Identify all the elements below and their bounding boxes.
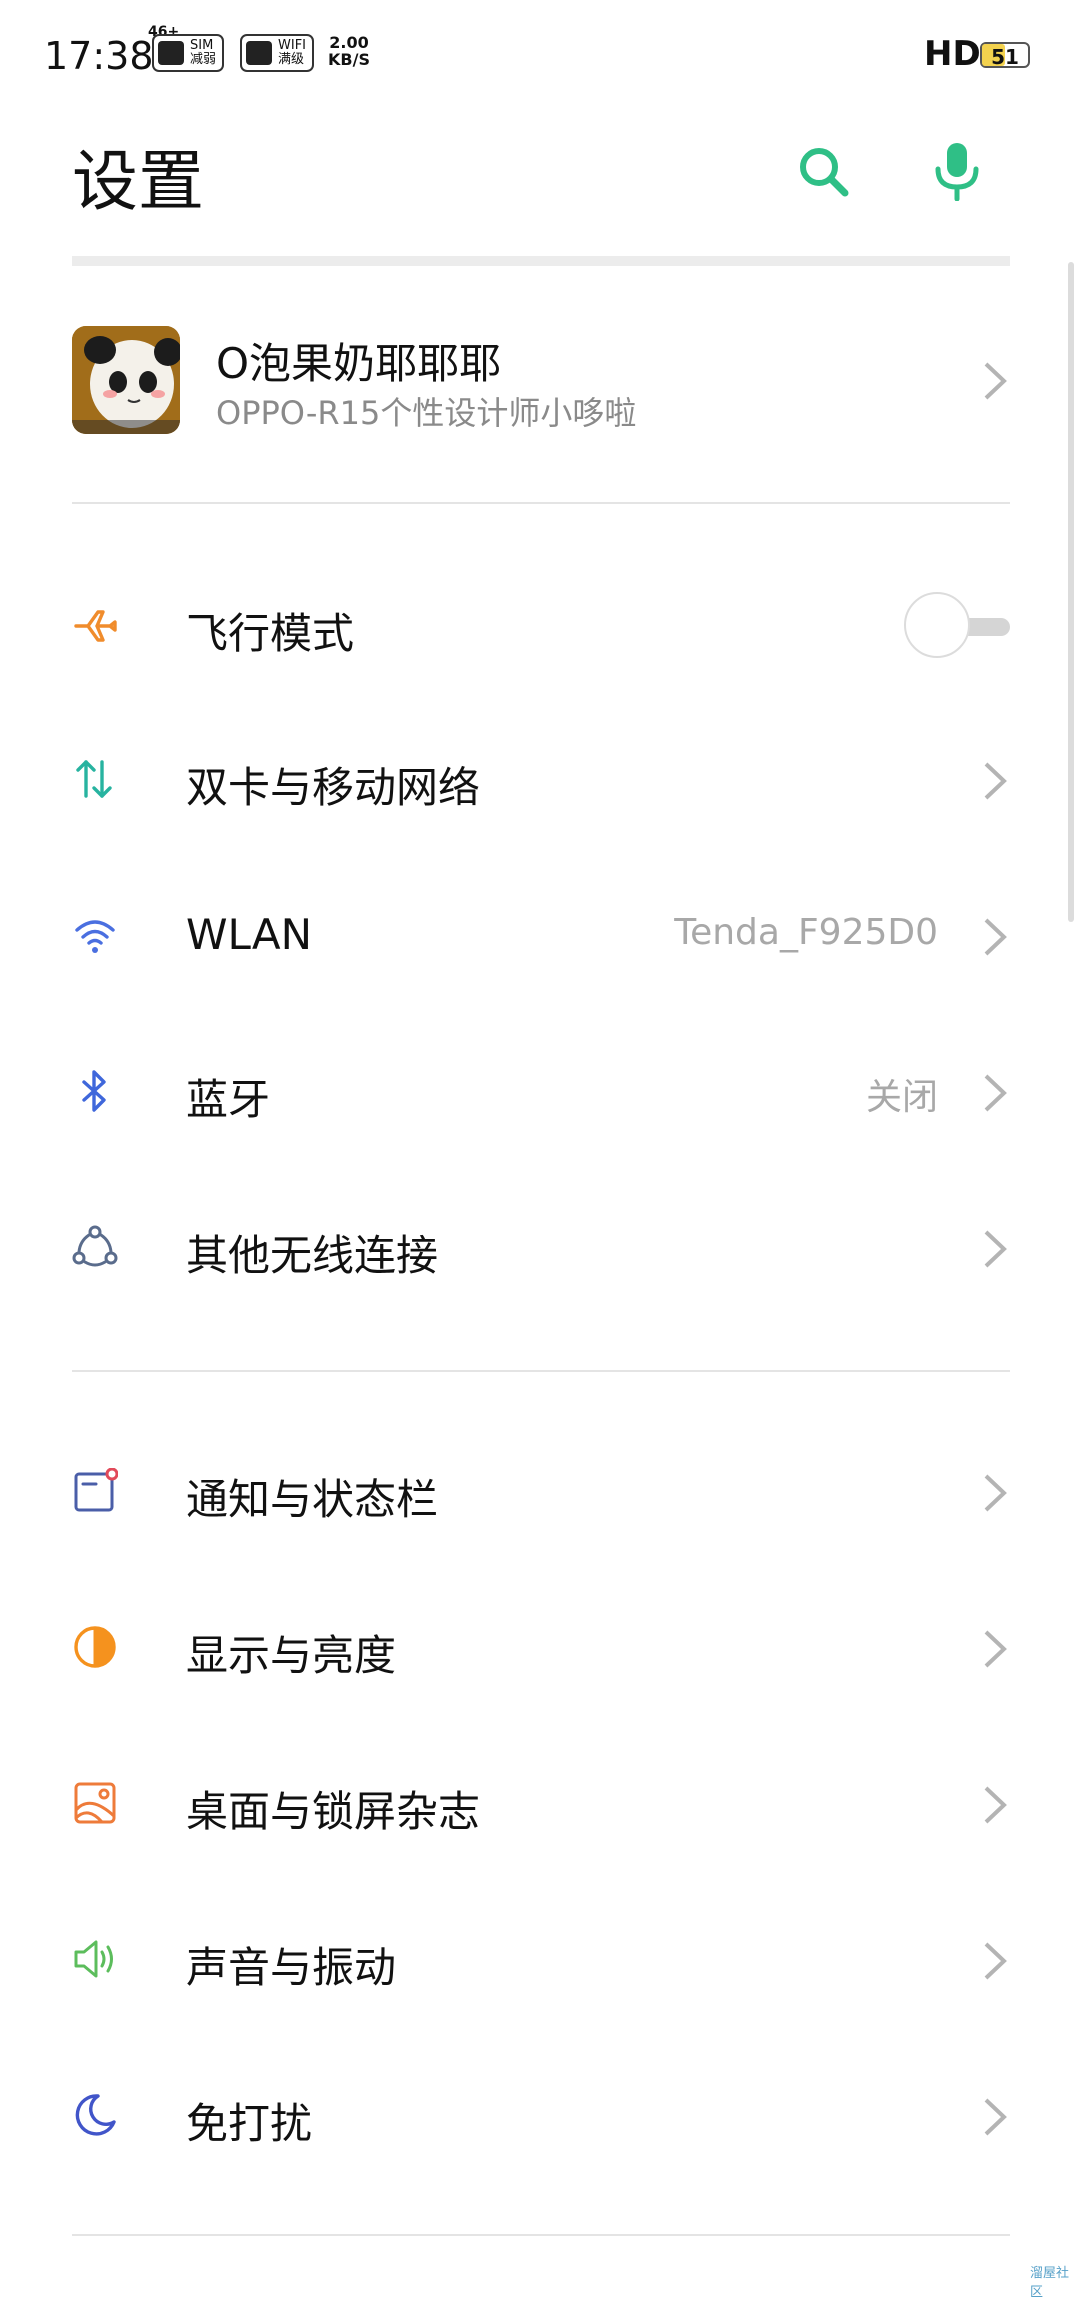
chevron-right-icon: [984, 918, 1007, 956]
bluetooth-icon: [82, 1070, 106, 1112]
moon-icon: [75, 2094, 116, 2136]
sim-status: 减弱: [190, 52, 217, 67]
settings-item-wallpaper-lockscreen[interactable]: 桌面与锁屏杂志: [72, 1748, 1010, 1858]
wifi-status: 满级: [278, 52, 305, 67]
item-label: 蓝牙: [186, 1075, 271, 1124]
item-label: 飞行模式: [186, 609, 355, 658]
hd-indicator: HD: [924, 34, 981, 74]
brightness-icon: [74, 1626, 116, 1668]
chevron-right-icon: [984, 1786, 1007, 1824]
battery-level: 51: [991, 45, 1019, 69]
item-label: 声音与振动: [186, 1943, 397, 1992]
bluetooth-status: 关闭: [865, 1077, 938, 1118]
battery-icon: 51: [980, 42, 1030, 69]
status-time: 17:38: [44, 34, 154, 78]
speed-value: 2.00: [329, 33, 369, 52]
wlan-network-name: Tenda_F925D0: [674, 912, 938, 953]
settings-item-dual-sim[interactable]: 双卡与移动网络: [72, 724, 1010, 834]
chevron-right-icon: [984, 362, 1007, 400]
status-bar: 17:38 46+ SIM 减弱 WIFI 满级 2.00 KB/S HD 51: [0, 0, 1080, 110]
settings-item-airplane-mode[interactable]: 飞行模式: [72, 570, 1010, 680]
item-label: 通知与状态栏: [186, 1475, 439, 1524]
wallpaper-icon: [74, 1782, 116, 1824]
account-profile[interactable]: O泡果奶耶耶耶 OPPO-R15个性设计师小哆啦: [72, 326, 1010, 436]
chevron-right-icon: [984, 762, 1007, 800]
connections-icon: [72, 1225, 118, 1267]
profile-name: O泡果奶耶耶耶: [216, 339, 502, 388]
settings-item-display-brightness[interactable]: 显示与亮度: [72, 1592, 1010, 1702]
network-speed: 2.00 KB/S: [328, 34, 370, 68]
item-label: 桌面与锁屏杂志: [186, 1787, 481, 1836]
settings-item-do-not-disturb[interactable]: 免打扰: [72, 2060, 1010, 2170]
chevron-right-icon: [984, 1474, 1007, 1512]
header-divider: [72, 256, 1010, 266]
profile-subtitle: OPPO-R15个性设计师小哆啦: [216, 394, 637, 432]
airplane-icon: [74, 610, 117, 642]
item-label: 其他无线连接: [186, 1231, 439, 1280]
wifi-signal-icon: WIFI 满级: [240, 34, 314, 72]
microphone-icon[interactable]: [922, 136, 992, 206]
sim-label: SIM: [190, 38, 214, 53]
chevron-right-icon: [984, 1942, 1007, 1980]
sound-icon: [74, 1940, 113, 1978]
notification-icon: [74, 1468, 118, 1512]
item-label: 显示与亮度: [186, 1631, 397, 1680]
section-divider: [72, 1370, 1010, 1372]
avatar: [72, 326, 180, 434]
settings-item-sound-vibration[interactable]: 声音与振动: [72, 1904, 1010, 2014]
chevron-right-icon: [984, 2098, 1007, 2136]
settings-item-other-wireless[interactable]: 其他无线连接: [72, 1192, 1010, 1302]
settings-item-wlan[interactable]: WLAN Tenda_F925D0: [72, 880, 1010, 990]
item-label: WLAN: [186, 910, 313, 959]
item-label: 免打扰: [186, 2099, 313, 2148]
sim-signal-icon: SIM 减弱: [152, 34, 224, 72]
search-icon[interactable]: [788, 136, 858, 206]
dual-sim-icon: [76, 760, 112, 798]
settings-item-notifications[interactable]: 通知与状态栏: [72, 1436, 1010, 1546]
speed-unit: KB/S: [328, 50, 370, 69]
section-divider: [72, 2234, 1010, 2236]
chevron-right-icon: [984, 1230, 1007, 1268]
scrollbar[interactable]: [1068, 262, 1074, 922]
section-divider: [72, 502, 1010, 504]
wifi-icon: [75, 920, 115, 953]
settings-item-bluetooth[interactable]: 蓝牙 关闭: [72, 1036, 1010, 1146]
chevron-right-icon: [984, 1074, 1007, 1112]
wifi-label: WIFI: [278, 38, 306, 53]
airplane-mode-toggle[interactable]: [892, 592, 1010, 660]
item-label: 双卡与移动网络: [186, 763, 481, 812]
page-title: 设置: [72, 143, 204, 220]
chevron-right-icon: [984, 1630, 1007, 1668]
watermark: 溜屋社区: [1030, 2266, 1070, 2300]
